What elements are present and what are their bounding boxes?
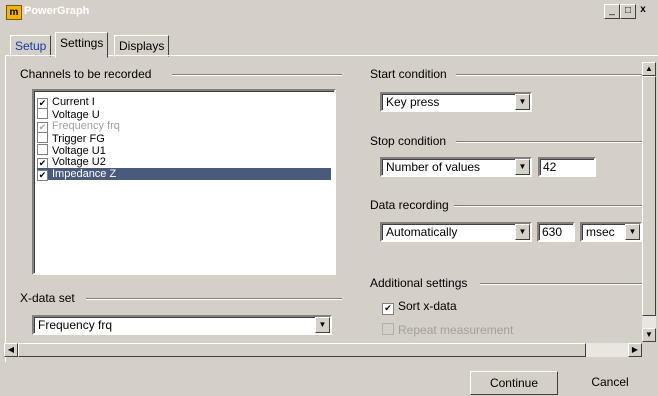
tab-setup[interactable]: Setup — [10, 35, 52, 57]
xdata-header: X-data set — [20, 291, 75, 305]
tab-displays[interactable]: Displays — [114, 35, 170, 57]
channel-list[interactable]: ✔ Current I Voltage U ✔ Frequency frq Trig… — [32, 89, 336, 275]
continue-button[interactable]: Continue — [470, 371, 558, 395]
scroll-left-button[interactable]: ◀ — [4, 343, 18, 357]
tab-settings[interactable]: Settings — [55, 32, 109, 58]
chevron-down-icon[interactable]: ▼ — [315, 317, 330, 333]
stop-header: Stop condition — [370, 134, 447, 148]
divider — [456, 74, 642, 76]
scroll-thumb[interactable] — [18, 343, 586, 357]
checkbox-icon[interactable] — [37, 144, 48, 155]
checkbox-icon[interactable] — [37, 108, 48, 119]
app-logo-icon: m — [6, 5, 22, 20]
checkbox-icon[interactable] — [37, 132, 48, 143]
sort-xdata-checkbox[interactable]: ✔ Sort x-data — [382, 299, 457, 315]
channel-item[interactable]: ✔ Voltage U2 — [37, 156, 331, 169]
horizontal-scrollbar[interactable]: ◀ ▶ — [4, 343, 642, 357]
channel-item[interactable]: Voltage U — [37, 108, 331, 121]
scroll-thumb[interactable] — [642, 76, 656, 316]
recording-select[interactable]: Automatically ▼ — [380, 222, 532, 242]
chevron-down-icon[interactable]: ▼ — [515, 94, 530, 110]
unit-select[interactable]: msec ▼ — [580, 222, 642, 242]
interval-input[interactable]: 630 — [537, 222, 575, 242]
divider — [172, 74, 342, 76]
channel-item: ✔ Frequency frq — [37, 120, 120, 133]
title-bar: m PowerGraph _ □ x — [0, 0, 658, 24]
xdata-select[interactable]: Frequency frq ▼ — [32, 315, 332, 335]
channel-item[interactable]: Voltage U1 — [37, 144, 331, 157]
window-title: PowerGraph — [24, 5, 90, 17]
checkbox-icon[interactable]: ✔ — [382, 303, 394, 315]
channel-item[interactable]: Trigger FG — [37, 132, 331, 145]
checkbox-icon — [382, 323, 394, 335]
divider — [86, 298, 342, 300]
scroll-right-button[interactable]: ▶ — [628, 343, 642, 357]
minimize-button[interactable]: _ — [604, 4, 620, 19]
close-button[interactable]: x — [636, 4, 650, 17]
chevron-down-icon[interactable]: ▼ — [515, 224, 530, 240]
start-header: Start condition — [370, 67, 447, 81]
vertical-scrollbar[interactable]: ▲ ▼ — [642, 62, 656, 342]
channel-item[interactable]: ✔ Impedance Z — [37, 168, 331, 181]
divider — [454, 205, 642, 207]
value-count-input[interactable]: 42 — [538, 157, 596, 177]
channel-item[interactable]: ✔ Current I — [37, 96, 331, 109]
divider — [456, 141, 642, 143]
repeat-measurement-checkbox: Repeat measurement — [382, 323, 513, 337]
start-select[interactable]: Key press ▼ — [380, 92, 532, 112]
additional-header: Additional settings — [370, 276, 468, 290]
maximize-button[interactable]: □ — [620, 4, 636, 19]
stop-select[interactable]: Number of values ▼ — [380, 157, 532, 177]
scroll-down-button[interactable]: ▼ — [642, 328, 656, 342]
divider — [480, 283, 642, 285]
chevron-down-icon[interactable]: ▼ — [625, 224, 640, 240]
cancel-button[interactable]: Cancel — [566, 371, 654, 395]
checkbox-icon[interactable]: ✔ — [37, 170, 48, 181]
channels-header: Channels to be recorded — [20, 67, 152, 81]
recording-header: Data recording — [370, 198, 449, 212]
chevron-down-icon[interactable]: ▼ — [515, 159, 530, 175]
scroll-up-button[interactable]: ▲ — [642, 62, 656, 76]
